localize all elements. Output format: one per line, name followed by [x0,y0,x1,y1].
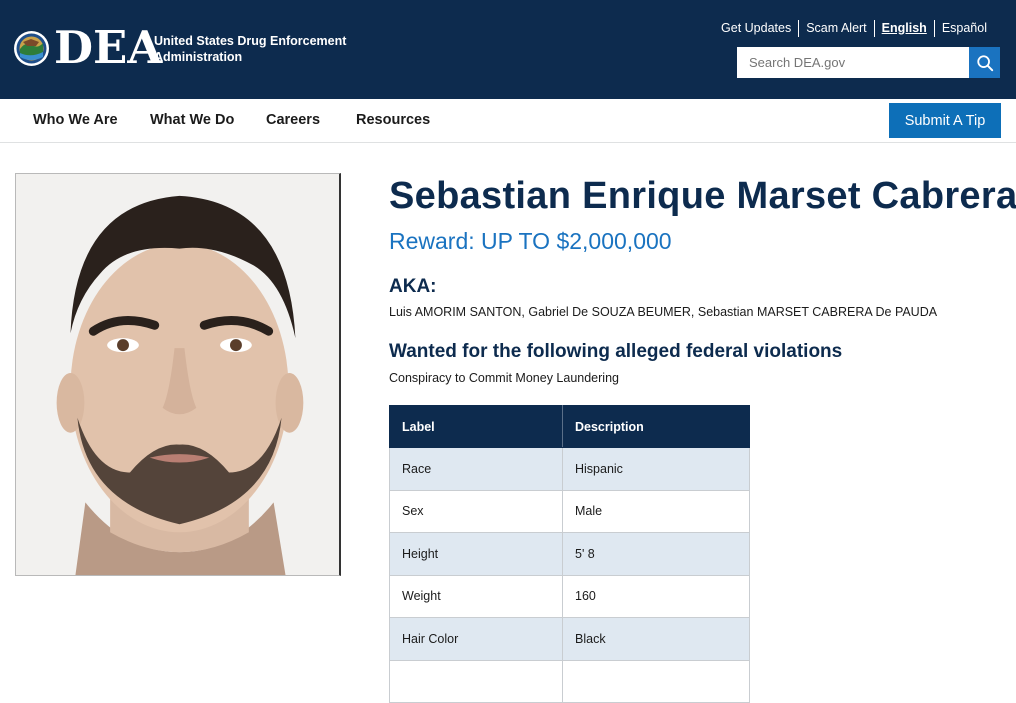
search-button[interactable] [969,47,1000,78]
column-header-label: Label [389,405,563,448]
violations-heading: Wanted for the following alleged federal… [389,341,843,362]
nav-what-we-do[interactable]: What We Do [150,112,234,128]
row-value: 5' 8 [562,532,750,576]
submit-tip-button[interactable]: Submit A Tip [889,103,1001,138]
row-value: 160 [562,574,750,618]
row-label: Hair Color [389,617,563,661]
row-label: Weight [389,574,563,618]
nav-careers[interactable]: Careers [266,112,320,128]
aka-names: Luis AMORIM SANTON, Gabriel De SOUZA BEU… [389,305,938,319]
nav-who-we-are[interactable]: Who We Are [33,112,118,128]
row-label: Height [389,532,563,576]
utility-links: Get Updates Scam Alert English Español [714,19,994,37]
main-nav: Who We Are What We Do Careers Resources [0,99,1016,143]
dea-logo[interactable]: DEA [54,24,162,72]
aka-heading: AKA: [389,276,437,297]
site-header: DEA United States Drug Enforcement Admin… [0,0,1016,99]
column-header-description: Description [562,405,750,448]
espanol-language-link[interactable]: Español [935,20,994,37]
row-value: Male [562,489,750,533]
english-language-link[interactable]: English [875,19,935,37]
table-row: Hair Color Black [389,617,750,661]
table-row: Sex Male [389,489,750,533]
get-updates-link[interactable]: Get Updates [714,19,800,37]
row-label: Race [389,447,563,491]
row-label [389,659,563,703]
table-row: Height 5' 8 [389,532,750,576]
table-row: Weight 160 [389,574,750,618]
row-value [562,659,750,703]
reward-amount: Reward: UP TO $2,000,000 [389,228,672,254]
nav-resources[interactable]: Resources [356,112,430,128]
row-value: Hispanic [562,447,750,491]
row-value: Black [562,617,750,661]
table-row [389,659,750,703]
table-header-row: Label Description [389,405,750,448]
row-label: Sex [389,489,563,533]
details-table: Label Description Race Hispanic Sex Male… [389,405,750,703]
agency-name: United States Drug Enforcement Administr… [154,34,347,64]
scam-alert-link[interactable]: Scam Alert [799,19,875,37]
violations-text: Conspiracy to Commit Money Laundering [389,371,619,385]
search-input[interactable] [737,47,970,78]
search-icon [976,54,993,71]
fugitive-photo [15,173,341,576]
table-row: Race Hispanic [389,447,750,491]
fugitive-name: Sebastian Enrique Marset Cabrera [389,175,1016,217]
dea-seal-icon[interactable] [14,31,49,66]
